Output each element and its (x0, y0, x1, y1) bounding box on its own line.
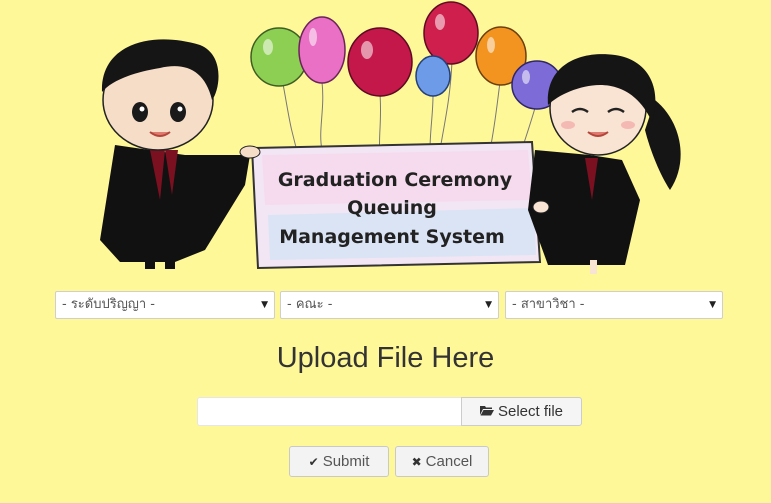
cancel-label: Cancel (425, 453, 473, 470)
banner-title-line3: Management System (279, 226, 505, 248)
chevron-down-icon: ▼ (709, 300, 716, 310)
chevron-down-icon: ▼ (261, 300, 268, 310)
faculty-select[interactable]: - คณะ - ▼ (280, 291, 499, 319)
green-balloon (250, 27, 308, 87)
male-graduate-character (100, 39, 261, 269)
check-icon: ✔ (308, 455, 319, 469)
file-upload-group: Select file (197, 397, 582, 426)
degree-level-select-value: - ระดับปริญญา - (62, 297, 155, 312)
crimson-balloon (347, 27, 413, 97)
folder-open-icon (479, 399, 494, 426)
cancel-button[interactable]: ✖ Cancel (395, 446, 489, 477)
red-balloon (423, 1, 479, 65)
blue-balloon (415, 55, 451, 97)
submit-label: Submit (322, 453, 370, 470)
chevron-down-icon: ▼ (485, 300, 492, 310)
banner-title-line1: Graduation Ceremony (278, 169, 513, 191)
submit-button[interactable]: ✔ Submit (289, 446, 389, 477)
female-graduate-character (528, 54, 681, 274)
faculty-select-value: - คณะ - (287, 297, 333, 312)
graduation-banner-illustration: Graduation Ceremony Queuing Management S… (100, 1, 681, 274)
filter-selects: - ระดับปริญญา - ▼ - คณะ - ▼ - สาขาวิชา -… (55, 291, 723, 319)
major-select-value: - สาขาวิชา - (512, 297, 585, 312)
pink-balloon (298, 16, 346, 84)
close-icon: ✖ (411, 455, 422, 469)
banner-title-line2: Queuing (347, 197, 437, 219)
select-file-button[interactable]: Select file (461, 397, 582, 426)
select-file-label: Select file (497, 403, 564, 420)
major-select[interactable]: - สาขาวิชา - ▼ (505, 291, 723, 319)
file-path-input[interactable] (197, 397, 462, 426)
upload-title: Upload File Here (276, 342, 495, 374)
degree-level-select[interactable]: - ระดับปริญญา - ▼ (55, 291, 275, 319)
